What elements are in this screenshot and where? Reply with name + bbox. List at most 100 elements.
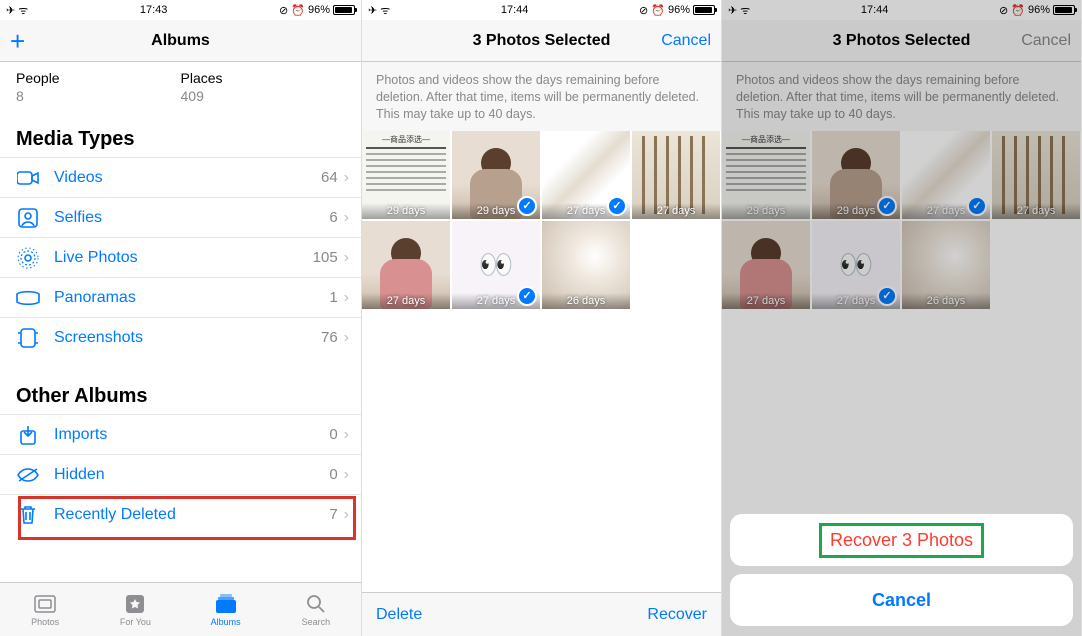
status-bar: ✈︎ᯤ 17:44 ⊘⏰96% — [362, 0, 721, 20]
wifi-icon: ᯤ — [380, 3, 390, 18]
album-counts: People 8 Places 409 — [0, 62, 361, 122]
selfie-icon — [16, 208, 40, 228]
hidden-icon — [16, 467, 40, 483]
airplane-icon: ✈︎ — [6, 4, 15, 17]
albums-screen: ✈︎ ᯤ 17:43 ⊘ ⏰ 96% + Albums People 8 Pla… — [0, 0, 362, 636]
import-icon — [16, 425, 40, 445]
row-count: 1 — [329, 289, 337, 306]
row-count: 64 — [321, 169, 338, 186]
chevron-right-icon: › — [344, 249, 349, 267]
trash-icon — [16, 505, 40, 525]
media-row-screenshots[interactable]: Screenshots76 › — [0, 317, 361, 357]
pano-icon — [16, 291, 40, 305]
status-time: 17:44 — [501, 4, 529, 16]
media-row-videos[interactable]: Videos64 › — [0, 157, 361, 197]
days-remaining: 29 days — [362, 203, 450, 219]
photo-thumbnail[interactable]: 27 days — [362, 221, 450, 309]
row-count: 105 — [313, 249, 338, 266]
section-other-albums: Other Albums — [0, 385, 361, 414]
chevron-right-icon: › — [344, 506, 349, 524]
screenshot-icon — [16, 328, 40, 348]
media-row-panoramas[interactable]: Panoramas1 › — [0, 277, 361, 317]
row-count: 7 — [329, 506, 337, 523]
days-remaining: 26 days — [542, 293, 630, 309]
alarm-icon: ⏰ — [291, 4, 305, 17]
albums-icon — [214, 593, 238, 615]
photo-grid: —商品添选—29 days29 days✓27 days✓27 days27 d… — [362, 131, 721, 309]
nav-bar: + Albums — [0, 20, 361, 62]
tab-for-you[interactable]: For You — [90, 583, 180, 636]
bottom-toolbar: Delete Recover — [362, 592, 721, 636]
media-types-list: Videos64›Selfies6›Live Photos105›Panoram… — [0, 157, 361, 357]
battery-icon — [693, 5, 715, 15]
chevron-right-icon: › — [344, 426, 349, 444]
plus-icon: + — [10, 26, 25, 57]
tab-bar: Photos For You Albums Search — [0, 582, 361, 636]
wifi-icon: ᯤ — [18, 3, 28, 18]
row-label: Panoramas — [40, 289, 329, 307]
lock-icon: ⊘ — [639, 4, 648, 17]
video-icon — [16, 170, 40, 186]
row-label: Imports — [40, 426, 329, 444]
nav-bar: 3 Photos Selected Cancel — [362, 20, 721, 62]
selected-checkmark-icon: ✓ — [517, 286, 537, 306]
tab-albums[interactable]: Albums — [181, 583, 271, 636]
photo-thumbnail[interactable]: 27 days✓ — [542, 131, 630, 219]
selected-checkmark-icon: ✓ — [517, 196, 537, 216]
tab-search[interactable]: Search — [271, 583, 361, 636]
other-albums-list: Imports0›Hidden0›Recently Deleted7› — [0, 414, 361, 534]
other-row-recently-deleted[interactable]: Recently Deleted7 › — [0, 494, 361, 534]
row-count: 6 — [329, 209, 337, 226]
row-label: Hidden — [40, 466, 329, 484]
status-time: 17:43 — [140, 4, 168, 16]
chevron-right-icon: › — [344, 329, 349, 347]
add-button[interactable]: + — [0, 20, 35, 62]
other-row-hidden[interactable]: Hidden0 › — [0, 454, 361, 494]
photo-thumbnail[interactable]: 29 days✓ — [452, 131, 540, 219]
people-count[interactable]: People 8 — [16, 70, 181, 104]
media-row-selfies[interactable]: Selfies6 › — [0, 197, 361, 237]
other-row-imports[interactable]: Imports0 › — [0, 414, 361, 454]
tab-photos[interactable]: Photos — [0, 583, 90, 636]
highlight-green-box: Recover 3 Photos — [819, 523, 984, 558]
row-count: 0 — [329, 426, 337, 443]
section-media-types: Media Types — [0, 128, 361, 157]
selected-checkmark-icon: ✓ — [607, 196, 627, 216]
nav-title: 3 Photos Selected — [473, 32, 611, 50]
row-label: Selfies — [40, 209, 329, 227]
lock-icon: ⊘ — [279, 4, 288, 17]
photo-thumbnail[interactable]: 27 days — [632, 131, 720, 219]
deletion-description: Photos and videos show the days remainin… — [362, 62, 721, 131]
days-remaining: 27 days — [362, 293, 450, 309]
battery-icon — [333, 5, 355, 15]
nav-title: Albums — [151, 32, 210, 50]
row-label: Screenshots — [40, 329, 321, 347]
status-bar: ✈︎ ᯤ 17:43 ⊘ ⏰ 96% — [0, 0, 361, 20]
recover-actionsheet-screen: ✈︎ᯤ 17:44 ⊘⏰96% 3 Photos Selected Cancel… — [722, 0, 1082, 636]
cancel-button[interactable]: Cancel — [651, 20, 721, 62]
chevron-right-icon: › — [344, 466, 349, 484]
places-count[interactable]: Places 409 — [181, 70, 346, 104]
media-row-live-photos[interactable]: Live Photos105 › — [0, 237, 361, 277]
for-you-icon — [123, 593, 147, 615]
photo-thumbnail[interactable]: —商品添选—29 days — [362, 131, 450, 219]
recover-photos-button[interactable]: Recover 3 Photos — [730, 514, 1073, 566]
search-icon — [304, 593, 328, 615]
chevron-right-icon: › — [344, 289, 349, 307]
chevron-right-icon: › — [344, 169, 349, 187]
alarm-icon: ⏰ — [651, 4, 665, 17]
row-label: Live Photos — [40, 249, 313, 267]
photo-thumbnail[interactable]: 👀27 days✓ — [452, 221, 540, 309]
row-label: Videos — [40, 169, 321, 187]
delete-button[interactable]: Delete — [376, 606, 422, 624]
chevron-right-icon: › — [344, 209, 349, 227]
row-label: Recently Deleted — [40, 506, 329, 524]
airplane-icon: ✈︎ — [368, 4, 377, 17]
actionsheet-cancel-button[interactable]: Cancel — [730, 574, 1073, 626]
recover-button[interactable]: Recover — [647, 606, 707, 624]
row-count: 76 — [321, 329, 338, 346]
live-icon — [16, 247, 40, 269]
row-count: 0 — [329, 466, 337, 483]
photo-thumbnail[interactable]: 26 days — [542, 221, 630, 309]
battery-percent: 96% — [308, 4, 330, 16]
